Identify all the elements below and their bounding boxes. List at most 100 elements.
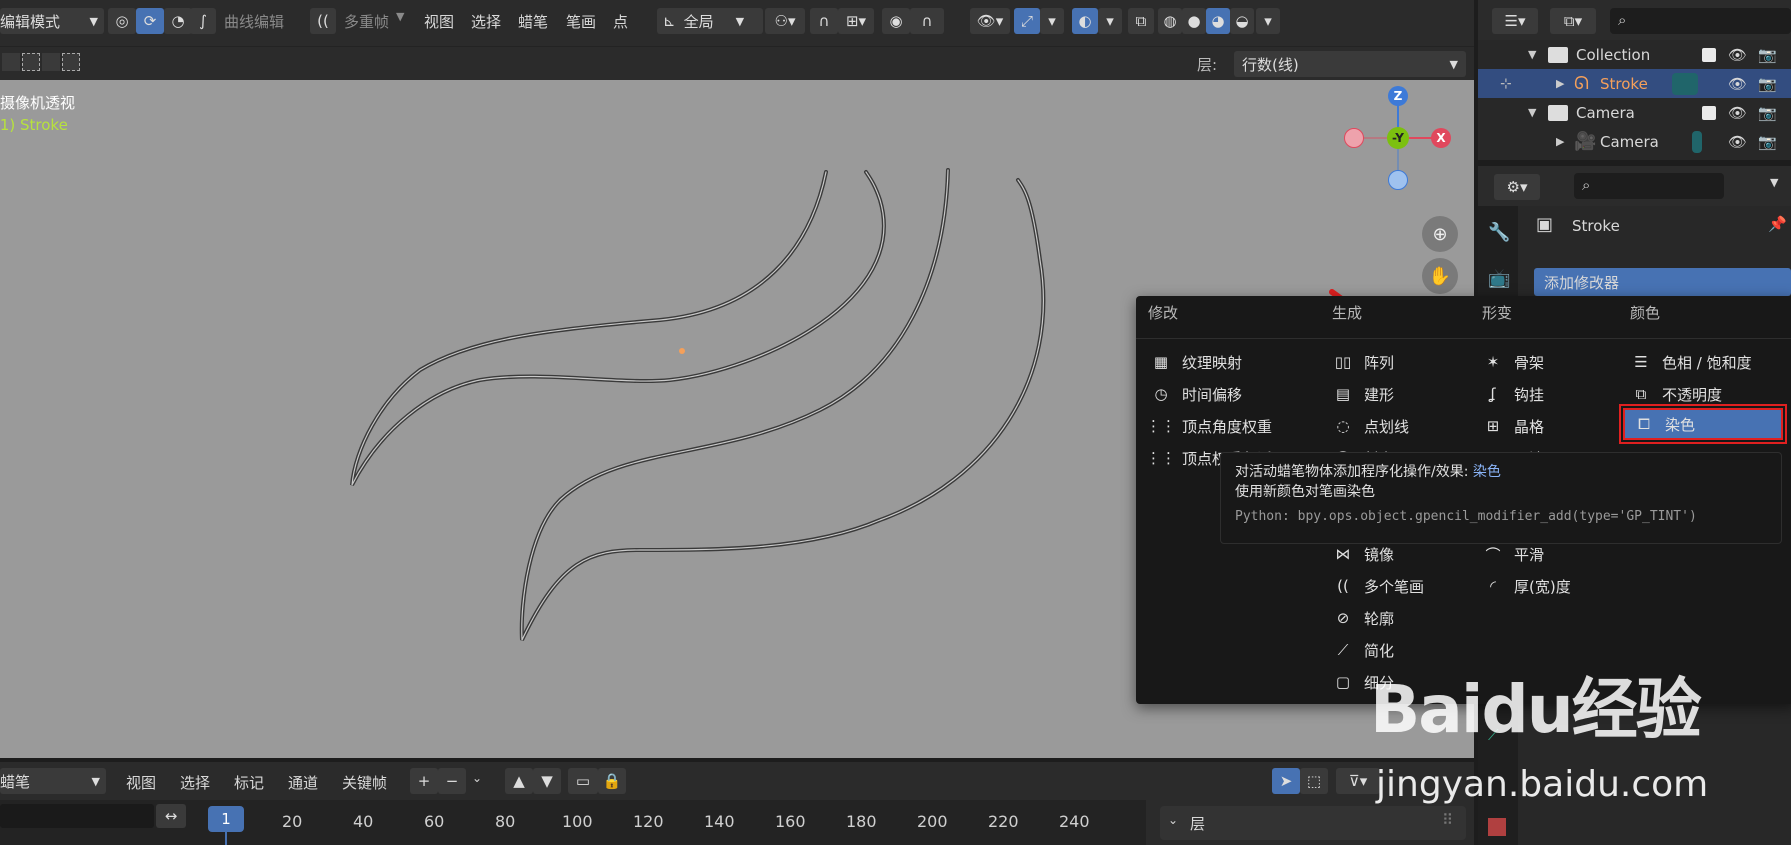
box-select-icon[interactable]: ⬚ — [1300, 768, 1328, 794]
current-frame-indicator[interactable]: 1 — [208, 806, 244, 832]
gizmo-x-axis[interactable]: X — [1431, 128, 1451, 148]
multiframe-icon[interactable]: (( — [310, 8, 336, 34]
falloff-icon[interactable]: ∩ — [910, 8, 944, 34]
gizmo-z-axis[interactable]: Z — [1388, 86, 1408, 106]
eye-icon[interactable]: 👁 — [1728, 104, 1747, 122]
menu-item-hook[interactable]: ʆ 钩挂 — [1482, 380, 1544, 408]
timeline-menu-marker[interactable]: 标记 — [234, 772, 264, 793]
outliner-row-collection[interactable]: ▼ Collection 👁 📷 — [1478, 40, 1791, 69]
timeline-menu-select[interactable]: 选择 — [180, 772, 210, 793]
mode-dropdown[interactable]: 编辑模式 ▼ — [0, 8, 104, 34]
properties-search-input[interactable]: ⌕ — [1574, 173, 1724, 199]
select-stroke-icon[interactable]: ◎ — [108, 8, 136, 34]
pivot-icon[interactable]: ⚇▾ — [765, 8, 805, 34]
editor-type-icon[interactable]: ⚙▾ — [1494, 174, 1540, 200]
material-preview-icon[interactable]: ◕ — [1206, 8, 1230, 34]
outliner-row-camera[interactable]: ▶ 🎥 Camera 👁 📷 — [1478, 127, 1791, 156]
menu-item-lattice[interactable]: ⊞ 晶格 — [1482, 412, 1544, 440]
collapse-arrows-icon[interactable]: ↔ — [156, 804, 186, 828]
expand-arrow-icon[interactable]: ▶ — [1556, 77, 1564, 90]
gizmo-y-axis[interactable]: -Y — [1387, 127, 1409, 149]
pin-icon[interactable]: 📌 — [1768, 215, 1787, 233]
outliner-row-stroke[interactable]: ⊹ ▶ ᘏ Stroke 👁 📷 — [1478, 69, 1791, 98]
camera-icon[interactable]: 📷 — [1758, 104, 1777, 122]
remove-layer-icon[interactable]: − — [438, 768, 466, 794]
expand-arrow-icon[interactable]: ▼ — [1528, 106, 1536, 119]
chevron-down-icon[interactable]: ⌄ — [472, 771, 482, 785]
gizmo-icon[interactable]: ⤢ — [1014, 8, 1040, 34]
camera-icon[interactable]: 📷 — [1758, 75, 1777, 93]
outliner-search-input[interactable]: ⌕ — [1610, 8, 1791, 34]
eye-icon[interactable]: 👁 — [1728, 75, 1747, 93]
layer-dropdown[interactable]: 行数(线) ▼ — [1234, 51, 1466, 77]
move-up-icon[interactable]: ▲ — [505, 768, 533, 794]
navigation-gizmo[interactable]: Z -Y X — [1340, 82, 1470, 202]
outliner-row-camera-collection[interactable]: ▼ Camera 👁 📷 — [1478, 98, 1791, 127]
menu-view[interactable]: 视图 — [424, 11, 454, 32]
timeline-menu-channel[interactable]: 通道 — [288, 772, 318, 793]
chevron-down-icon[interactable]: ▾ — [1256, 8, 1280, 34]
chevron-down-icon[interactable]: ▼ — [1770, 176, 1778, 189]
eye-icon[interactable]: 👁 — [1728, 46, 1747, 64]
render-icon[interactable]: 📺 — [1488, 268, 1510, 289]
menu-point[interactable]: 点 — [613, 11, 628, 32]
menu-item-vertex-angle-weight[interactable]: ⋮⋮ 顶点角度权重 — [1146, 412, 1272, 440]
chevron-down-icon[interactable]: ▾ — [1040, 8, 1064, 34]
layer-panel-header[interactable]: ⌄ 层 ⠿ — [1160, 806, 1466, 840]
display-mode-icon[interactable]: ☰▾ — [1492, 8, 1538, 34]
drag-handle-icon[interactable]: ⠿ — [1442, 811, 1453, 829]
snap-icon[interactable]: ∩ — [810, 8, 838, 34]
menu-item-mirror[interactable]: ⋈ 镜像 — [1332, 540, 1395, 568]
menu-item-time-offset[interactable]: ◷ 时间偏移 — [1150, 380, 1242, 408]
menu-item-array[interactable]: ▯▯ 阵列 — [1332, 348, 1394, 376]
filter-icon[interactable]: ⊽▾ — [1336, 768, 1380, 794]
material-icon[interactable] — [1488, 818, 1506, 836]
menu-grease-pencil[interactable]: 蜡笔 — [518, 11, 548, 32]
wireframe-icon[interactable]: ◍ — [1158, 8, 1182, 34]
menu-item-armature[interactable]: ✶ 骨架 — [1482, 348, 1544, 376]
overlay-icon[interactable]: ◐ — [1072, 8, 1098, 34]
menu-item-build[interactable]: ▤ 建形 — [1332, 380, 1394, 408]
expand-arrow-icon[interactable]: ▼ — [1528, 48, 1536, 61]
menu-item-tint[interactable]: ⧠ 染色 — [1619, 404, 1787, 444]
menu-item-hue-saturation[interactable]: ☰ 色相 / 饱和度 — [1630, 348, 1751, 376]
camera-icon[interactable]: 📷 — [1758, 46, 1777, 64]
menu-item-smooth[interactable]: ⌒ 平滑 — [1482, 540, 1544, 568]
menu-item-thickness[interactable]: ◜ 厚(宽)度 — [1482, 572, 1571, 600]
timeline-menu-view[interactable]: 视图 — [126, 772, 156, 793]
menu-item-outline[interactable]: ⊘ 轮廓 — [1332, 604, 1394, 632]
visibility-icon[interactable]: 👁▾ — [970, 8, 1010, 34]
xray-icon[interactable]: ⧉ — [1128, 8, 1154, 34]
add-layer-icon[interactable]: + — [410, 768, 438, 794]
cursor-select-icon[interactable]: ➤ — [1272, 768, 1300, 794]
select-box-icon[interactable] — [22, 53, 40, 71]
collection-checkbox[interactable] — [1702, 47, 1716, 62]
gizmo-neg-x-axis[interactable] — [1344, 128, 1364, 148]
move-down-icon[interactable]: ▼ — [533, 768, 561, 794]
snap-grid-icon[interactable]: ⊞▾ — [838, 8, 874, 34]
menu-stroke[interactable]: 笔画 — [566, 11, 596, 32]
eye-icon[interactable]: 👁 — [1728, 133, 1747, 151]
menu-item-dash[interactable]: ◌ 点划线 — [1332, 412, 1409, 440]
add-modifier-button[interactable]: 添加修改器 — [1534, 268, 1791, 296]
menu-item-texture-mapping[interactable]: ▦ 纹理映射 — [1150, 348, 1242, 376]
timeline-mode-dropdown[interactable]: 蜡笔 ▼ — [0, 768, 106, 794]
display-icon[interactable]: ▭ — [568, 768, 598, 794]
proportional-icon[interactable]: ◉ — [882, 8, 910, 34]
transform-orientation-dropdown[interactable]: ⊾ 全局 ▼ — [657, 8, 763, 34]
lock-icon[interactable]: 🔒 — [598, 768, 626, 794]
menu-select[interactable]: 选择 — [471, 11, 501, 32]
camera-data-icon[interactable] — [1692, 130, 1702, 153]
rendered-icon[interactable]: ◒ — [1230, 8, 1254, 34]
select-intersect-icon[interactable] — [62, 53, 80, 71]
select-point-icon[interactable]: ⟳ — [136, 8, 164, 34]
collection-checkbox[interactable] — [1702, 105, 1716, 120]
menu-item-multiple-strokes[interactable]: ((多个笔画 — [1332, 572, 1424, 600]
menu-item-opacity[interactable]: ⧉ 不透明度 — [1630, 380, 1722, 408]
gpencil-data-icon[interactable] — [1672, 72, 1698, 95]
select-extend-icon[interactable] — [42, 53, 60, 71]
select-segment-icon[interactable]: ◔ — [164, 8, 192, 34]
expand-arrow-icon[interactable]: ▶ — [1556, 135, 1564, 148]
filter-icon[interactable]: ⧉▾ — [1550, 8, 1596, 34]
solid-icon[interactable]: ● — [1182, 8, 1206, 34]
